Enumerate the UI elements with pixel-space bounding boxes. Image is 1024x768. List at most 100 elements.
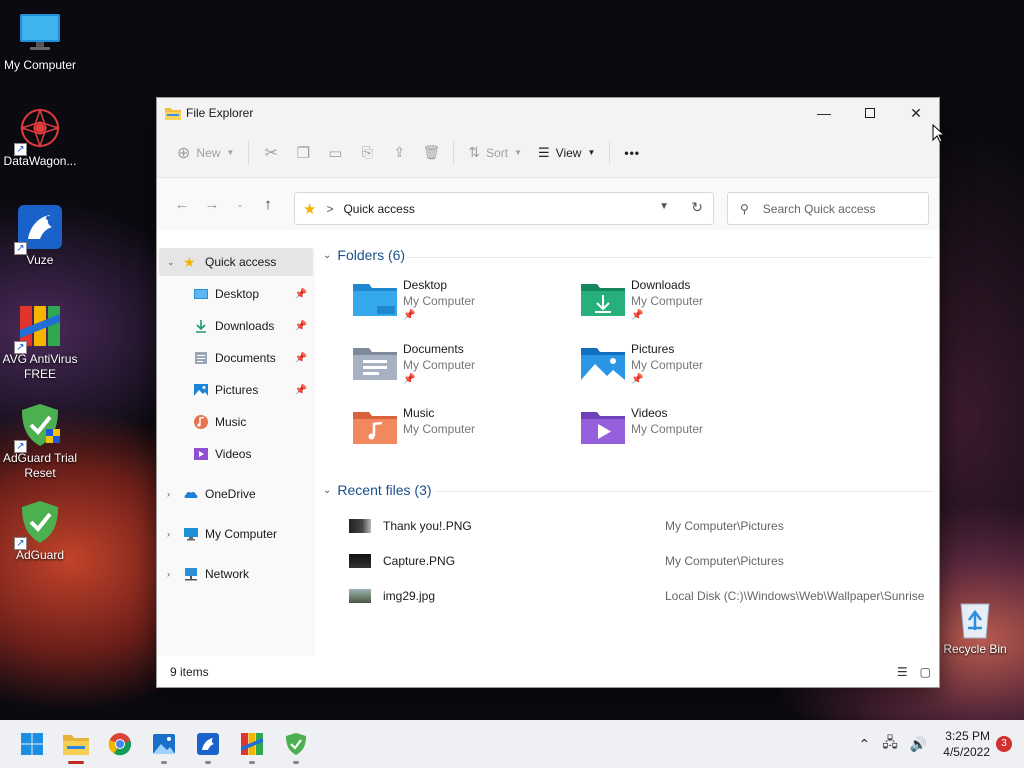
sidebar-item-network[interactable]: › Network [159, 560, 313, 588]
file-explorer-icon [165, 108, 181, 120]
cloud-icon [184, 491, 198, 498]
chevron-down-icon: ⌄ [323, 249, 332, 261]
sidebar-item-documents[interactable]: Documents 📌 [159, 344, 313, 372]
desktop-icon-avg[interactable]: ↗ AVG AntiVirus FREE [0, 302, 80, 382]
folder-name: Videos [631, 406, 668, 420]
details-view-icon[interactable]: ☰ [897, 665, 908, 679]
sort-button[interactable]: ⇅ Sort ▼ [460, 137, 530, 169]
recent-file-row[interactable]: Capture.PNG My Computer\Pictures [349, 549, 939, 573]
forward-button[interactable]: → [197, 189, 227, 219]
desktop-icon-recycle-bin[interactable]: Recycle Bin [935, 598, 1015, 657]
toolbar-divider [453, 140, 455, 165]
sidebar-item-music[interactable]: Music [159, 408, 313, 436]
cut-button[interactable]: ✂ [255, 137, 287, 169]
sidebar-item-videos[interactable]: Videos [159, 440, 313, 468]
folder-name: Downloads [631, 278, 691, 292]
shortcut-arrow-icon: ↗ [14, 537, 27, 550]
sidebar-item-label: Documents [215, 351, 276, 365]
recent-file-row[interactable]: Thank you!.PNG My Computer\Pictures [349, 514, 939, 538]
refresh-icon[interactable]: ↻ [691, 199, 703, 216]
chevron-down-icon[interactable]: ⌄ [167, 257, 179, 268]
taskbar-photos[interactable] [148, 728, 180, 764]
maximize-button[interactable] [847, 98, 893, 128]
folder-tile-music[interactable]: Music My Computer [353, 406, 581, 462]
taskbar-avg[interactable] [236, 728, 268, 764]
new-button[interactable]: ⊕ New ▼ [169, 137, 242, 169]
sidebar-item-downloads[interactable]: Downloads 📌 [159, 312, 313, 340]
volume-icon[interactable]: 🔊 [910, 736, 927, 753]
documents-folder-icon [353, 348, 397, 380]
chevron-right-icon[interactable]: › [167, 569, 179, 579]
rename-button[interactable]: ⎘ [351, 137, 383, 169]
image-thumbnail-icon [349, 589, 371, 603]
start-button[interactable] [16, 728, 48, 760]
pin-icon: 📌 [294, 384, 307, 396]
sidebar-item-label: OneDrive [205, 487, 256, 501]
paste-button[interactable]: ▭ [319, 137, 351, 169]
sidebar-item-label: Quick access [205, 255, 277, 269]
copy-button[interactable]: ❐ [287, 137, 319, 169]
breadcrumb-quick-access[interactable]: Quick access [343, 202, 414, 216]
desktop-icon-label: DataWagon... [3, 154, 77, 168]
recent-file-row[interactable]: img29.jpg Local Disk (C:)\Windows\Web\Wa… [349, 584, 939, 608]
delete-button[interactable]: 🗑 [415, 137, 447, 169]
minimize-button[interactable]: — [801, 98, 847, 128]
recent-file-path: Local Disk (C:)\Windows\Web\Wallpaper\Su… [665, 589, 925, 603]
desktop-icon-adguard[interactable]: ↗ AdGuard [0, 498, 80, 563]
folder-tile-downloads[interactable]: Downloads My Computer 📌 [581, 278, 809, 334]
desktop-icon-adguard-trial-reset[interactable]: ↗ AdGuard Trial Reset [0, 401, 80, 481]
clock-date: 4/5/2022 [943, 745, 990, 759]
sidebar-item-desktop[interactable]: Desktop 📌 [159, 280, 313, 308]
folder-tile-videos[interactable]: Videos My Computer [581, 406, 809, 462]
chevron-right-icon[interactable]: › [167, 529, 179, 539]
tiles-view-icon[interactable]: ▢ [920, 665, 931, 679]
sidebar-item-label: Desktop [215, 287, 260, 301]
search-box[interactable]: ⚲ Search Quick access [727, 192, 929, 225]
sidebar-item-pictures[interactable]: Pictures 📌 [159, 376, 313, 404]
clock[interactable]: 3:25 PM 4/5/2022 [943, 728, 990, 760]
address-history-dropdown[interactable]: ▼ [659, 201, 669, 212]
folders-section-header[interactable]: ⌄ Folders (6) [323, 247, 405, 263]
photos-icon [153, 734, 175, 754]
view-list-icon: ☰ [538, 144, 550, 160]
desktop-icon-datawagon[interactable]: ↗ DataWagon... [0, 104, 80, 169]
notification-badge[interactable]: 3 [996, 736, 1012, 752]
section-divider [435, 491, 933, 492]
taskbar-vuze[interactable] [192, 728, 224, 764]
chevron-down-icon: ⌄ [323, 484, 332, 496]
sidebar-item-onedrive[interactable]: › OneDrive [159, 480, 313, 508]
chevron-up-icon[interactable]: ⌃ [858, 736, 870, 753]
sidebar-item-quick-access[interactable]: ⌄ ★ Quick access [159, 248, 313, 276]
folder-tile-documents[interactable]: Documents My Computer 📌 [353, 342, 581, 398]
image-thumbnail-icon [349, 554, 371, 568]
downloads-folder-icon [581, 284, 625, 316]
chevron-right-icon[interactable]: › [167, 489, 179, 499]
windows-logo-icon [21, 733, 43, 755]
title-bar[interactable]: File Explorer — ✕ [157, 98, 939, 128]
back-button[interactable]: ← [167, 189, 197, 219]
more-options-button[interactable]: ••• [616, 137, 648, 169]
taskbar-chrome[interactable] [104, 728, 136, 760]
pictures-folder-icon [581, 348, 625, 380]
desktop-icon-vuze[interactable]: ↗ Vuze [0, 203, 80, 268]
taskbar-file-explorer[interactable] [60, 728, 92, 764]
view-button[interactable]: ☰ View ▼ [530, 137, 603, 169]
recent-locations-button[interactable]: ⌄ [227, 189, 253, 219]
taskbar-adguard[interactable] [280, 728, 312, 764]
desktop-icon-my-computer[interactable]: My Computer [0, 8, 80, 73]
up-button[interactable]: ↑ [253, 189, 283, 219]
folder-location: My Computer [631, 358, 704, 372]
sidebar-item-my-computer[interactable]: › My Computer [159, 520, 313, 548]
folder-tile-desktop[interactable]: Desktop My Computer 📌 [353, 278, 581, 334]
folder-tile-pictures[interactable]: Pictures My Computer 📌 [581, 342, 809, 398]
sort-button-label: Sort [486, 145, 509, 160]
running-indicator [293, 761, 299, 764]
address-bar[interactable]: ★ > Quick access ▼ ↻ [294, 192, 714, 225]
share-button[interactable]: ⇪ [383, 137, 415, 169]
pin-icon: 📌 [403, 310, 416, 321]
network-icon[interactable]: 🖧 [882, 732, 898, 756]
sidebar-item-label: Music [215, 415, 247, 429]
recent-section-header[interactable]: ⌄ Recent files (3) [323, 482, 432, 498]
folder-location: My Computer [631, 294, 704, 308]
chrome-icon [108, 733, 132, 756]
